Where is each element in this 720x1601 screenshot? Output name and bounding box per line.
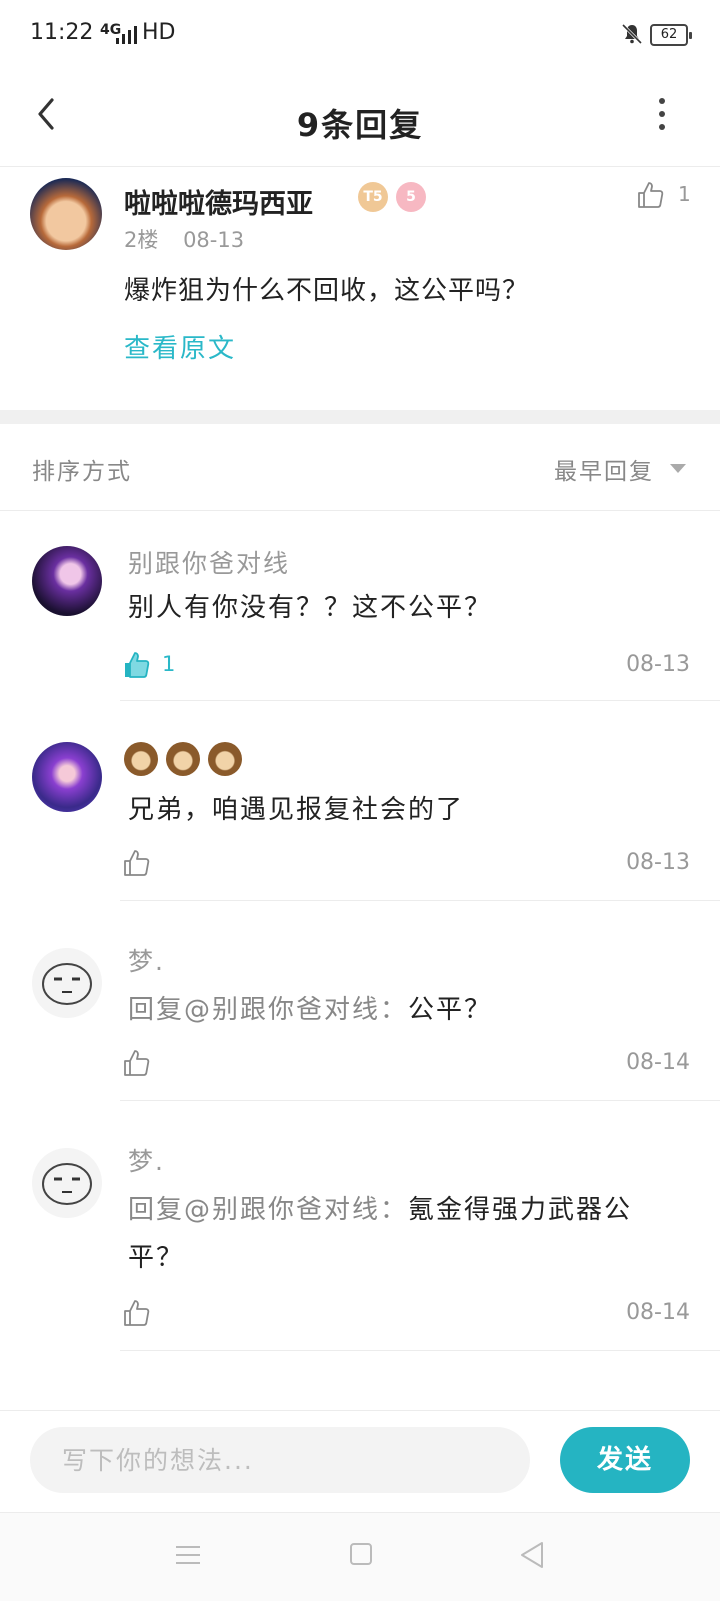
meme-face-icon — [42, 963, 92, 1005]
chevron-down-icon[interactable] — [670, 464, 686, 473]
send-button[interactable]: 发送 — [560, 1427, 690, 1493]
view-original-link[interactable]: 查看原文 — [124, 328, 236, 365]
vip-badge: 5 — [396, 182, 426, 212]
monkey-emoji-icon — [166, 742, 200, 776]
avatar[interactable] — [32, 742, 102, 812]
avatar[interactable] — [32, 948, 102, 1018]
thumbs-up-icon[interactable] — [636, 180, 666, 210]
hd-indicator: HD — [142, 20, 176, 45]
section-divider — [0, 410, 720, 424]
reply-item: 兄弟，咱遇见报复社会的了 08-13 — [0, 702, 720, 902]
like-count: 1 — [678, 182, 691, 206]
level-badge: T5 — [358, 182, 388, 212]
thumbs-up-icon[interactable] — [122, 1298, 152, 1328]
reply-item: 别跟你爸对线 别人有你没有？？这不公平？ 1 08-13 — [0, 510, 720, 702]
reply-date: 08-14 — [626, 1300, 690, 1325]
reply-date: 08-13 — [626, 850, 690, 875]
reply-body: 公平？ — [408, 995, 493, 1025]
signal-icon — [116, 26, 137, 44]
avatar[interactable] — [30, 178, 102, 250]
menu-icon[interactable] — [176, 1545, 200, 1565]
reply-mention[interactable]: 回复@别跟你爸对线： — [128, 1195, 408, 1225]
divider — [120, 1100, 720, 1101]
reply-item: 梦. 回复@别跟你爸对线：氪金得强力武器公平？ 08-14 — [0, 1102, 720, 1352]
reply-author-name[interactable]: 梦. — [128, 1142, 165, 1178]
reply-mention[interactable]: 回复@别跟你爸对线： — [128, 995, 408, 1025]
post-text: 爆炸狙为什么不回收，这公平吗？ — [124, 276, 530, 306]
reply-author-name[interactable]: 别跟你爸对线 — [128, 544, 290, 580]
post-meta: 2楼 08-13 — [124, 224, 244, 254]
reply-text: 回复@别跟你爸对线：公平？ — [128, 986, 688, 1034]
floor-number: 2楼 — [124, 228, 159, 252]
post-date: 08-13 — [183, 228, 245, 252]
home-square-icon[interactable] — [350, 1543, 372, 1565]
like-count: 1 — [162, 652, 176, 676]
more-vertical-icon[interactable] — [652, 92, 672, 136]
reply-date: 08-14 — [626, 1050, 690, 1075]
battery-indicator: 62 — [650, 24, 692, 46]
reply-date: 08-13 — [626, 652, 690, 677]
divider — [120, 900, 720, 901]
status-time: 11:22 — [30, 20, 94, 45]
reply-text: 别人有你没有？？这不公平？ — [128, 593, 493, 623]
avatar[interactable] — [32, 1148, 102, 1218]
meme-face-icon — [42, 1163, 92, 1205]
monkey-emoji-icon — [208, 742, 242, 776]
bell-off-icon — [621, 23, 643, 45]
sort-bar: 排序方式 最早回复 — [0, 424, 720, 511]
reply-text: 兄弟，咱遇见报复社会的了 — [128, 795, 465, 825]
reply-text: 回复@别跟你爸对线：氪金得强力武器公平？ — [128, 1186, 688, 1282]
post-author-name[interactable]: 啦啦啦德玛西亚 — [124, 182, 313, 221]
sort-dropdown[interactable]: 最早回复 — [554, 452, 654, 486]
divider — [120, 1350, 720, 1351]
original-post: 啦啦啦德玛西亚 T5 5 1 2楼 08-13 爆炸狙为什么不回收，这公平吗？ … — [0, 166, 720, 408]
thumbs-up-icon[interactable] — [122, 848, 152, 878]
reply-item: 梦. 回复@别跟你爸对线：公平？ 08-14 — [0, 902, 720, 1102]
system-nav-bar — [0, 1512, 720, 1601]
monkey-emoji-icon — [124, 742, 158, 776]
comment-input[interactable] — [30, 1427, 530, 1493]
avatar[interactable] — [32, 546, 102, 616]
sort-label: 排序方式 — [32, 459, 132, 485]
back-triangle-icon[interactable] — [520, 1541, 544, 1569]
header: 9条回复 — [0, 72, 720, 167]
emoji-row — [124, 742, 250, 780]
comment-bar: 发送 — [0, 1410, 720, 1513]
thumbs-up-icon[interactable] — [122, 1048, 152, 1078]
thumbs-up-filled-icon[interactable] — [122, 650, 152, 680]
status-bar: 11:22 4G HD 62 — [0, 0, 720, 72]
reply-author-name[interactable]: 梦. — [128, 942, 165, 978]
divider — [120, 700, 720, 701]
page-title: 9条回复 — [296, 106, 424, 144]
